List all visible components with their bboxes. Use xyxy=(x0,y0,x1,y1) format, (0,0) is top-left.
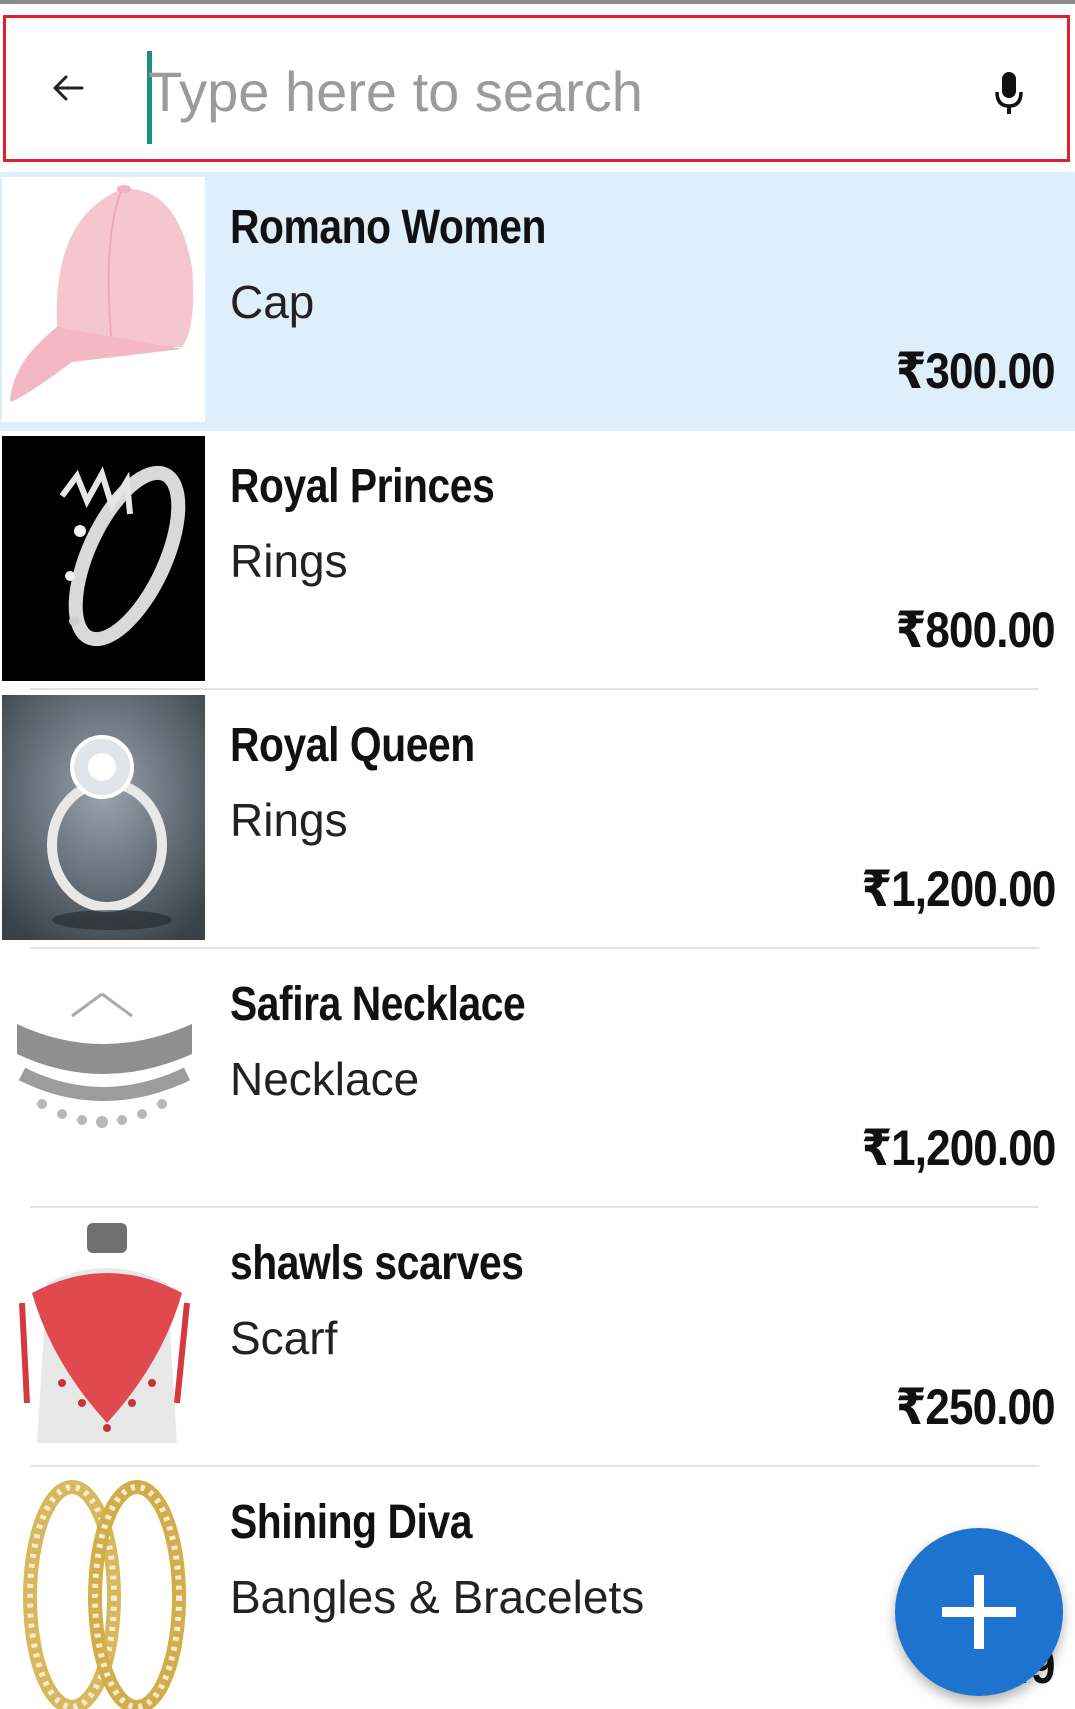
product-category: Rings xyxy=(230,535,348,587)
product-category: Necklace xyxy=(230,1053,420,1105)
product-price: ₹250.00 xyxy=(895,1379,1056,1435)
product-category: Cap xyxy=(230,276,315,328)
product-category: Scarf xyxy=(230,1312,338,1364)
product-category: Bangles & Bracelets xyxy=(230,1571,645,1623)
microphone-icon xyxy=(995,72,1023,114)
product-row-royal-queen[interactable]: Royal Queen Rings ₹1,200.00 xyxy=(0,690,1075,949)
product-name: Royal Princes xyxy=(230,460,495,513)
voice-search-button[interactable] xyxy=(992,68,1026,118)
product-name: Romano Women xyxy=(230,201,547,254)
product-price: ₹800.00 xyxy=(895,602,1056,658)
product-row-safira-necklace[interactable]: Safira Necklace Necklace ₹1,200.00 xyxy=(0,949,1075,1208)
product-name: Shining Diva xyxy=(230,1496,472,1549)
product-image-solitaire-ring xyxy=(2,695,205,940)
product-row-romano-women[interactable]: Romano Women Cap ₹300.00 xyxy=(0,172,1075,431)
product-image-bangles xyxy=(2,1472,205,1709)
product-price: ₹1,200.00 xyxy=(861,1120,1056,1176)
product-image-crown-ring xyxy=(2,436,205,681)
product-price: ₹1,200.00 xyxy=(861,861,1056,917)
search-input[interactable] xyxy=(148,56,928,126)
product-image-scarf xyxy=(2,1213,205,1458)
product-row-shawls-scarves[interactable]: shawls scarves Scarf ₹250.00 xyxy=(0,1208,1075,1467)
product-category: Rings xyxy=(230,794,348,846)
product-name: Royal Queen xyxy=(230,719,475,772)
status-divider xyxy=(0,0,1075,4)
product-image-necklace xyxy=(2,954,205,1199)
arrow-left-icon xyxy=(53,75,84,101)
product-name: Safira Necklace xyxy=(230,978,526,1031)
add-product-button[interactable] xyxy=(895,1528,1063,1696)
back-button[interactable] xyxy=(46,68,96,108)
product-row-royal-princes[interactable]: Royal Princes Rings ₹800.00 xyxy=(0,431,1075,690)
product-price: ₹300.00 xyxy=(895,343,1056,399)
product-image-cap xyxy=(2,177,205,422)
product-name: shawls scarves xyxy=(230,1237,524,1290)
search-bar xyxy=(3,15,1070,162)
